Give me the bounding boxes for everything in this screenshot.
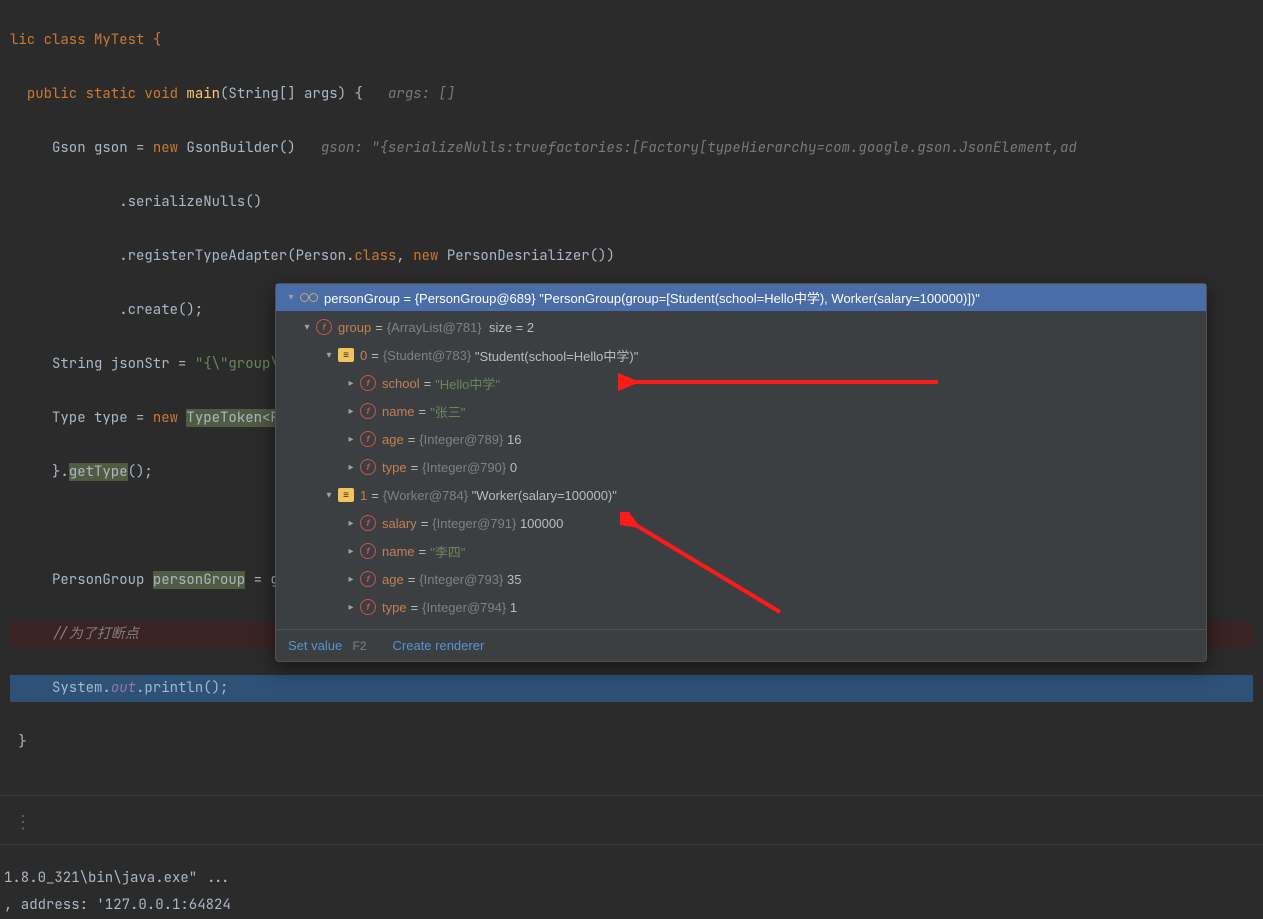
tree-node-element-1[interactable]: ▾ ≡ 1 = {Worker@784} "Worker(salary=1000… xyxy=(276,481,1206,509)
panel-separator xyxy=(0,795,1263,796)
tree-node-type-1[interactable]: ▸ f type = {Integer@794} 1 xyxy=(276,593,1206,621)
tree-node-age[interactable]: ▸ f age = {Integer@789} 16 xyxy=(276,425,1206,453)
chevron-down-icon[interactable]: ▾ xyxy=(320,350,338,361)
element-icon: ≡ xyxy=(338,488,354,502)
tree-node-age-1[interactable]: ▸ f age = {Integer@793} 35 xyxy=(276,565,1206,593)
code-comment: //为了打断点 xyxy=(52,625,139,643)
chevron-right-icon[interactable]: ▸ xyxy=(342,378,360,389)
tree-node-group[interactable]: ▾ f group = {ArrayList@781} size = 2 xyxy=(276,313,1206,341)
field-icon: f xyxy=(360,599,376,615)
field-icon: f xyxy=(360,515,376,531)
field-icon: f xyxy=(360,375,376,391)
code-token: lic class MyTest { xyxy=(10,31,161,49)
field-icon: f xyxy=(360,459,376,475)
code-token: .serializeNulls() xyxy=(119,193,262,211)
chevron-right-icon[interactable]: ▸ xyxy=(342,546,360,557)
tree-node-salary[interactable]: ▸ f salary = {Integer@791} 100000 xyxy=(276,509,1206,537)
gutter-handle[interactable]: ⋮ xyxy=(0,808,1263,832)
create-renderer-link[interactable]: Create renderer xyxy=(393,638,485,653)
chevron-right-icon[interactable]: ▸ xyxy=(342,434,360,445)
tree-node-school[interactable]: ▸ f school = "Hello中学" xyxy=(276,369,1206,397)
debug-root-label: personGroup = {PersonGroup@689} "PersonG… xyxy=(324,288,980,307)
panel-separator xyxy=(0,844,1263,845)
chevron-right-icon[interactable]: ▸ xyxy=(342,518,360,529)
tree-node-name[interactable]: ▸ f name = "张三" xyxy=(276,397,1206,425)
chevron-right-icon[interactable]: ▸ xyxy=(342,574,360,585)
debug-root-row[interactable]: ▾ personGroup = {PersonGroup@689} "Perso… xyxy=(276,284,1206,311)
element-icon: ≡ xyxy=(338,348,354,362)
chevron-right-icon[interactable]: ▸ xyxy=(342,602,360,613)
chevron-right-icon[interactable]: ▸ xyxy=(342,462,360,473)
field-icon: f xyxy=(360,403,376,419)
tree-node-element-0[interactable]: ▾ ≡ 0 = {Student@783} "Student(school=He… xyxy=(276,341,1206,369)
code-token: } xyxy=(18,733,26,751)
current-exec-line: System.out.println(); xyxy=(10,675,1253,702)
inline-hint: gson: "{serializeNulls:truefactories:[Fa… xyxy=(321,139,1077,157)
field-icon: f xyxy=(316,319,332,335)
watch-icon xyxy=(300,293,318,303)
set-value-link[interactable]: Set value xyxy=(288,638,342,653)
field-icon: f xyxy=(360,543,376,559)
chevron-down-icon[interactable]: ▾ xyxy=(320,490,338,501)
console-output: 1.8.0_321\bin\java.exe" ... , address: '… xyxy=(0,857,1263,919)
chevron-down-icon[interactable]: ▾ xyxy=(298,322,316,333)
console-line: 1.8.0_321\bin\java.exe" ... xyxy=(0,865,1263,892)
tree-node-name-1[interactable]: ▸ f name = "李四" xyxy=(276,537,1206,565)
inline-hint: args: [] xyxy=(388,85,455,103)
chevron-right-icon[interactable]: ▸ xyxy=(342,406,360,417)
debug-footer: Set value F2 Create renderer xyxy=(276,629,1206,661)
debug-tree: ▾ f group = {ArrayList@781} size = 2 ▾ ≡… xyxy=(276,311,1206,629)
tree-node-type[interactable]: ▸ f type = {Integer@790} 0 xyxy=(276,453,1206,481)
chevron-down-icon[interactable]: ▾ xyxy=(282,292,300,303)
console-line: , address: '127.0.0.1:64824 xyxy=(0,892,1263,919)
field-icon: f xyxy=(360,431,376,447)
shortcut-label xyxy=(346,639,353,653)
field-icon: f xyxy=(360,571,376,587)
debug-variables-popup: ▾ personGroup = {PersonGroup@689} "Perso… xyxy=(275,283,1207,662)
